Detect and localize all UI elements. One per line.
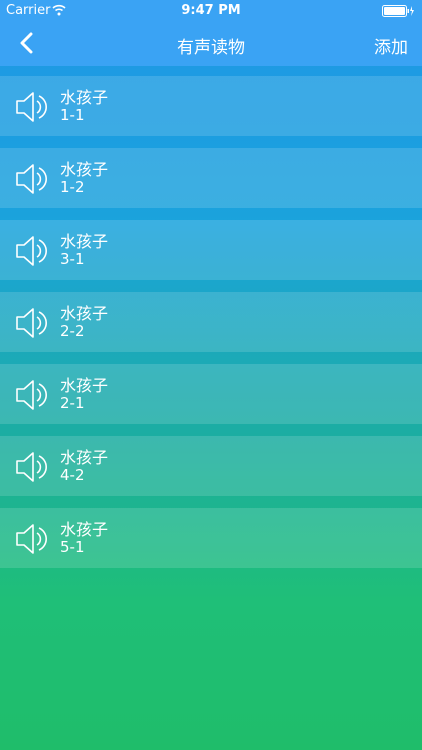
audiobook-list: 水孩子 1-1 水孩子 1-2 水孩子 3-1 水孩子 2-2 水孩子 2-1 … <box>0 76 422 580</box>
speaker-icon <box>16 92 47 122</box>
battery-icon <box>382 5 414 17</box>
item-title: 水孩子 <box>60 520 109 539</box>
item-subtitle: 5-1 <box>60 538 85 556</box>
speaker-icon <box>16 164 47 194</box>
page-title: 有声读物 <box>177 38 245 58</box>
list-item[interactable]: 水孩子 2-1 <box>0 364 422 424</box>
item-subtitle: 2-1 <box>60 394 85 412</box>
speaker-icon <box>16 524 47 554</box>
list-item[interactable]: 水孩子 1-1 <box>0 76 422 136</box>
add-button[interactable]: 添加 <box>374 33 408 58</box>
list-item[interactable]: 水孩子 1-2 <box>0 148 422 208</box>
status-time: 9:47 PM <box>181 3 241 18</box>
item-subtitle: 1-1 <box>60 106 85 124</box>
speaker-icon <box>16 308 47 338</box>
item-subtitle: 2-2 <box>60 322 85 340</box>
item-title: 水孩子 <box>60 304 109 323</box>
list-item[interactable]: 水孩子 5-1 <box>0 508 422 568</box>
speaker-icon <box>16 236 47 266</box>
item-subtitle: 4-2 <box>60 466 85 484</box>
status-bar: Carrier 9:47 PM <box>0 0 422 22</box>
item-title: 水孩子 <box>60 232 109 251</box>
item-title: 水孩子 <box>60 448 109 467</box>
item-subtitle: 1-2 <box>60 178 85 196</box>
speaker-icon <box>16 452 47 482</box>
speaker-icon <box>16 380 47 410</box>
list-item[interactable]: 水孩子 3-1 <box>0 220 422 280</box>
item-subtitle: 3-1 <box>60 250 85 268</box>
item-title: 水孩子 <box>60 376 109 395</box>
list-item[interactable]: 水孩子 4-2 <box>0 436 422 496</box>
item-title: 水孩子 <box>60 88 109 107</box>
list-item[interactable]: 水孩子 2-2 <box>0 292 422 352</box>
header: Carrier 9:47 PM 有声读物 添加 <box>0 0 422 66</box>
nav-bar: 有声读物 添加 <box>0 22 422 66</box>
item-title: 水孩子 <box>60 160 109 179</box>
